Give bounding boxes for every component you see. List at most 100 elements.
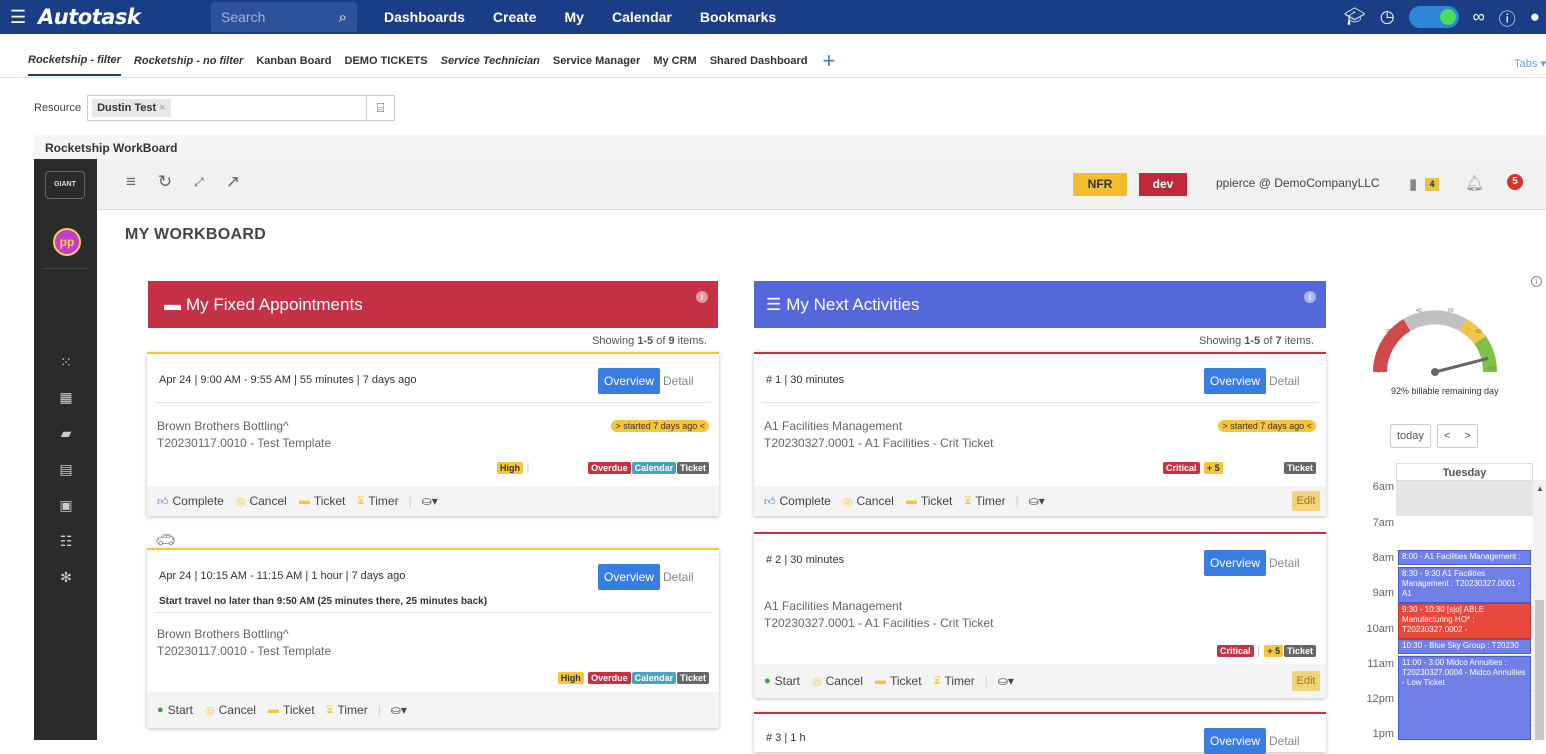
edit-button[interactable]: Edit: [1292, 671, 1320, 691]
tab-service-technician[interactable]: Service Technician: [441, 47, 540, 75]
giant-logo[interactable]: GIANT: [45, 171, 85, 199]
help-icon[interactable]: ⓘ: [1499, 5, 1516, 30]
nfr-badge[interactable]: NFR: [1073, 173, 1127, 196]
avatar[interactable]: pp: [53, 228, 81, 256]
bell-icon[interactable]: 🔔︎: [1465, 174, 1484, 192]
overview-button[interactable]: Overview: [1204, 368, 1267, 394]
info-icon[interactable]: i: [696, 291, 708, 303]
menu-calendar[interactable]: Calendar: [612, 9, 672, 25]
add-tab-icon[interactable]: +: [823, 48, 836, 74]
client-name[interactable]: A1 Facilities Management: [764, 418, 993, 435]
start-action[interactable]: Start: [775, 674, 800, 688]
ticket-title[interactable]: T20230327.0001 - A1 Facilities - Crit Ti…: [764, 435, 993, 452]
calendar-clock-icon[interactable]: ▦: [56, 387, 76, 407]
tab-service-manager[interactable]: Service Manager: [553, 47, 640, 75]
search-input[interactable]: Search ⌕: [211, 2, 357, 32]
graduation-cap-icon[interactable]: 🎓︎: [1344, 7, 1366, 27]
expand-icon[interactable]: ⤢: [194, 172, 204, 192]
prev-button[interactable]: <: [1444, 425, 1450, 447]
more-menu-icon[interactable]: ⛀▾: [998, 674, 1014, 688]
detail-button[interactable]: Detail: [663, 374, 694, 388]
refresh-icon[interactable]: ↻: [158, 172, 172, 192]
resource-picker-button[interactable]: ⌸: [367, 95, 396, 121]
overview-button[interactable]: Overview: [1204, 550, 1267, 576]
ticket-title[interactable]: T20230117.0010 - Test Template: [157, 435, 331, 452]
calendar-icon[interactable]: ▣: [56, 495, 76, 515]
ticket-title[interactable]: T20230327.0001 - A1 Facilities - Crit Ti…: [764, 615, 993, 632]
timer-action[interactable]: Timer: [337, 703, 367, 717]
info-icon[interactable]: i: [1531, 276, 1542, 287]
calendar-event[interactable]: 9:30 - 10:30 [s|o] ABLE Manufacturing HO…: [1398, 603, 1531, 639]
detail-button[interactable]: Detail: [1269, 734, 1300, 748]
resource-chip[interactable]: Dustin Test ×: [92, 99, 171, 117]
timer-action[interactable]: Timer: [368, 494, 398, 508]
status-toggle[interactable]: [1408, 6, 1459, 28]
complete-action[interactable]: Complete: [780, 494, 831, 508]
ticket-action[interactable]: Ticket: [890, 674, 922, 688]
link-icon[interactable]: ∞: [1473, 7, 1485, 27]
scroll-up-icon[interactable]: ▲: [1536, 484, 1544, 493]
overview-button[interactable]: Overview: [598, 564, 661, 590]
list-icon[interactable]: ▤: [56, 459, 76, 479]
clock-icon[interactable]: ◷: [1380, 7, 1395, 27]
detail-button[interactable]: Detail: [1269, 374, 1300, 388]
complete-action[interactable]: Complete: [173, 494, 224, 508]
tabs-menu[interactable]: Tabs ▾: [1514, 57, 1546, 70]
edit-button[interactable]: Edit: [1292, 491, 1320, 511]
user-label[interactable]: ppierce @ DemoCompanyLLC: [1216, 176, 1380, 190]
today-button[interactable]: today: [1390, 424, 1431, 448]
start-action[interactable]: Start: [168, 703, 193, 717]
tab-rocketship-filter[interactable]: Rocketship - filter: [28, 46, 121, 76]
clipboard-icon[interactable]: ▮: [1409, 175, 1417, 193]
tab-kanban-board[interactable]: Kanban Board: [256, 47, 331, 75]
client-name[interactable]: Brown Brothers Bottling^: [157, 418, 331, 435]
more-menu-icon[interactable]: ⛀▾: [391, 703, 407, 717]
tab-rocketship-no-filter[interactable]: Rocketship - no filter: [134, 47, 243, 75]
ticket-title[interactable]: T20230117.0010 - Test Template: [157, 643, 331, 660]
search-icon[interactable]: ⌕: [339, 9, 347, 26]
grid-icon[interactable]: ⁙: [56, 352, 76, 372]
menu-bookmarks[interactable]: Bookmarks: [700, 9, 776, 25]
ticket-action[interactable]: Ticket: [314, 494, 346, 508]
cancel-action[interactable]: Cancel: [219, 703, 256, 717]
overview-button[interactable]: Overview: [1204, 728, 1267, 754]
client-name[interactable]: A1 Facilities Management: [764, 598, 993, 615]
settings-icon[interactable]: ✻: [56, 567, 76, 587]
timer-action[interactable]: Timer: [975, 494, 1005, 508]
detail-button[interactable]: Detail: [663, 570, 694, 584]
detail-button[interactable]: Detail: [1269, 556, 1300, 570]
folder-icon[interactable]: ▰: [56, 423, 76, 443]
tab-demo-tickets[interactable]: DEMO TICKETS: [345, 47, 428, 75]
menu-icon[interactable]: ☰: [10, 7, 32, 28]
dev-badge[interactable]: dev: [1139, 173, 1187, 196]
calendar-scroll-thumb[interactable]: [1535, 600, 1544, 740]
resource-input[interactable]: Dustin Test ×: [87, 95, 368, 121]
table-icon[interactable]: ☷: [56, 531, 76, 551]
client-name[interactable]: Brown Brothers Bottling^: [157, 626, 331, 643]
tab-my-crm[interactable]: My CRM: [653, 47, 696, 75]
next-button[interactable]: >: [1464, 425, 1470, 447]
tab-shared-dashboard[interactable]: Shared Dashboard: [710, 47, 808, 75]
cancel-action[interactable]: Cancel: [249, 494, 286, 508]
more-menu-icon[interactable]: ⛀▾: [1029, 494, 1045, 508]
external-link-icon[interactable]: ↗: [226, 172, 240, 192]
overview-button[interactable]: Overview: [598, 368, 661, 394]
menu-my[interactable]: My: [565, 9, 584, 25]
calendar-event[interactable]: 10:30 - Blue Sky Group : T20230: [1398, 639, 1531, 654]
timer-action[interactable]: Timer: [944, 674, 974, 688]
calendar-event[interactable]: 8:00 - A1 Facilities Management :: [1398, 550, 1531, 565]
more-menu-icon[interactable]: ⛀▾: [422, 494, 438, 508]
hamburger-icon[interactable]: ≡: [126, 172, 136, 192]
calendar-event[interactable]: 8:30 - 9:30 A1 Facilities Management : T…: [1398, 567, 1531, 603]
chip-remove-icon[interactable]: ×: [159, 102, 165, 114]
ticket-action[interactable]: Ticket: [283, 703, 315, 717]
user-icon[interactable]: ●: [1530, 7, 1540, 27]
calendar-event[interactable]: 11:00 - 3:00 Midco Annuities : T20230327…: [1398, 656, 1531, 740]
menu-create[interactable]: Create: [493, 9, 537, 25]
info-icon[interactable]: i: [1304, 291, 1316, 303]
autotask-logo[interactable]: Autotask: [38, 5, 141, 29]
ticket-action[interactable]: Ticket: [921, 494, 953, 508]
notification-count[interactable]: 5: [1507, 174, 1523, 190]
cancel-action[interactable]: Cancel: [826, 674, 863, 688]
menu-dashboards[interactable]: Dashboards: [384, 9, 465, 25]
